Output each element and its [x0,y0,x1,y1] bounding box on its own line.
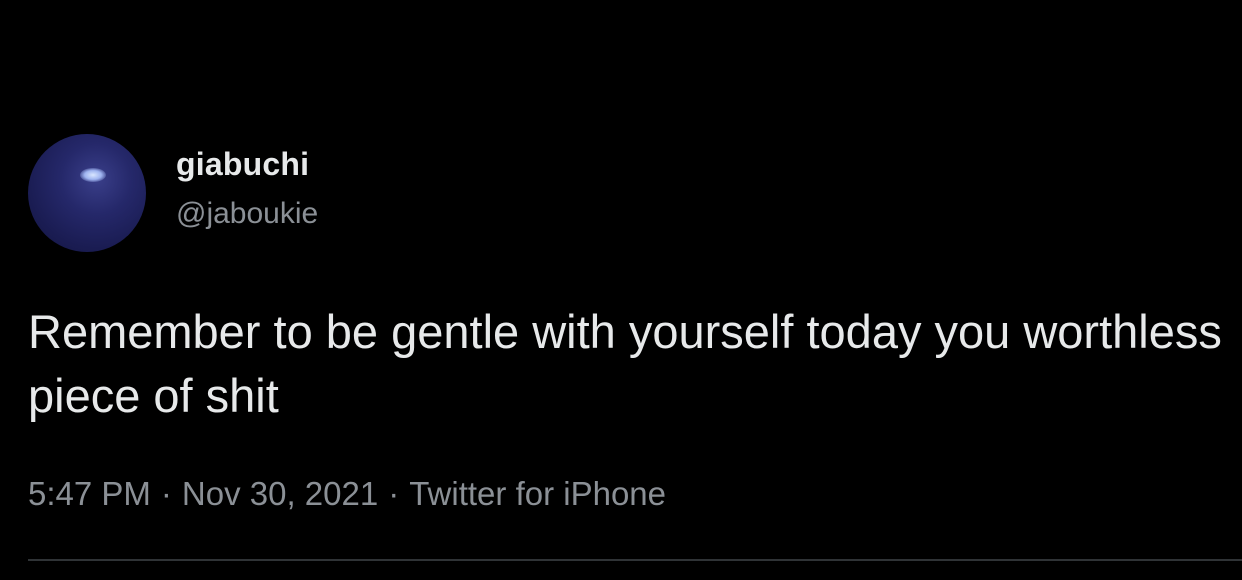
divider [28,559,1242,561]
avatar[interactable] [28,134,146,252]
metadata-separator: · [388,475,400,512]
author-handle[interactable]: @jaboukie [176,197,318,231]
tweet-date-link[interactable]: Nov 30, 2021 [182,475,378,512]
metadata-separator: · [160,475,172,512]
author-display-name[interactable]: giabuchi [176,146,309,183]
tweet-source-link[interactable]: Twitter for iPhone [409,475,666,512]
tweet-time-link[interactable]: 5:47 PM [28,475,151,512]
tweet-detail: giabuchi @jaboukie Remember to be gentle… [0,0,1242,580]
tweet-metadata: 5:47 PM · Nov 30, 2021 · Twitter for iPhone [28,475,666,513]
tweet-text: Remember to be gentle with yourself toda… [28,305,1222,422]
